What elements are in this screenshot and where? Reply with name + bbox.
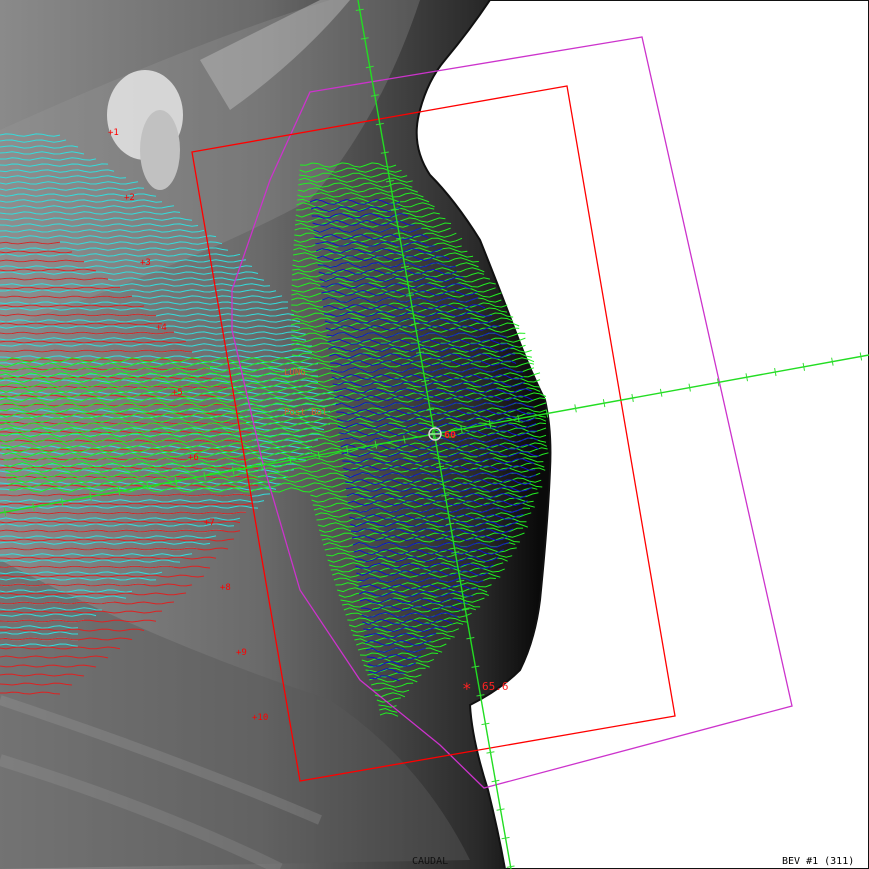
- organ-label-post-bol: Post Bol: [284, 408, 327, 418]
- ruler-tick-label: +1: [108, 128, 119, 138]
- ruler-tick-label: +4: [156, 323, 167, 333]
- organ-label-lung: LUNG: [284, 368, 306, 378]
- ruler-tick-label: +3: [140, 258, 151, 268]
- bev-viewport[interactable]: +1 +2 +3 +4 +5 +6 +7 +8 +9 +10 60 * 65.6 LUNG Pos…: [0, 0, 869, 869]
- depth-marker-icon: *: [462, 679, 472, 698]
- iso-tag: 60: [444, 430, 456, 441]
- view-title: BEV #1 (311): [780, 856, 857, 868]
- ruler-tick-label: +7: [204, 518, 215, 528]
- ruler-tick-label: +2: [124, 193, 135, 203]
- ruler-tick-label: +6: [188, 453, 199, 463]
- orientation-label: CAUDAL: [412, 856, 449, 867]
- ruler-tick-label: +8: [220, 583, 231, 593]
- ruler-tick-label: +9: [236, 648, 247, 658]
- ruler-tick-label: +5: [172, 388, 183, 398]
- beam-eye-view-canvas[interactable]: +1 +2 +3 +4 +5 +6 +7 +8 +9 +10 60 * 65.6 LUNG Pos…: [0, 0, 869, 869]
- ruler-tick-label: +10: [252, 713, 268, 723]
- depth-readout: 65.6: [482, 680, 509, 693]
